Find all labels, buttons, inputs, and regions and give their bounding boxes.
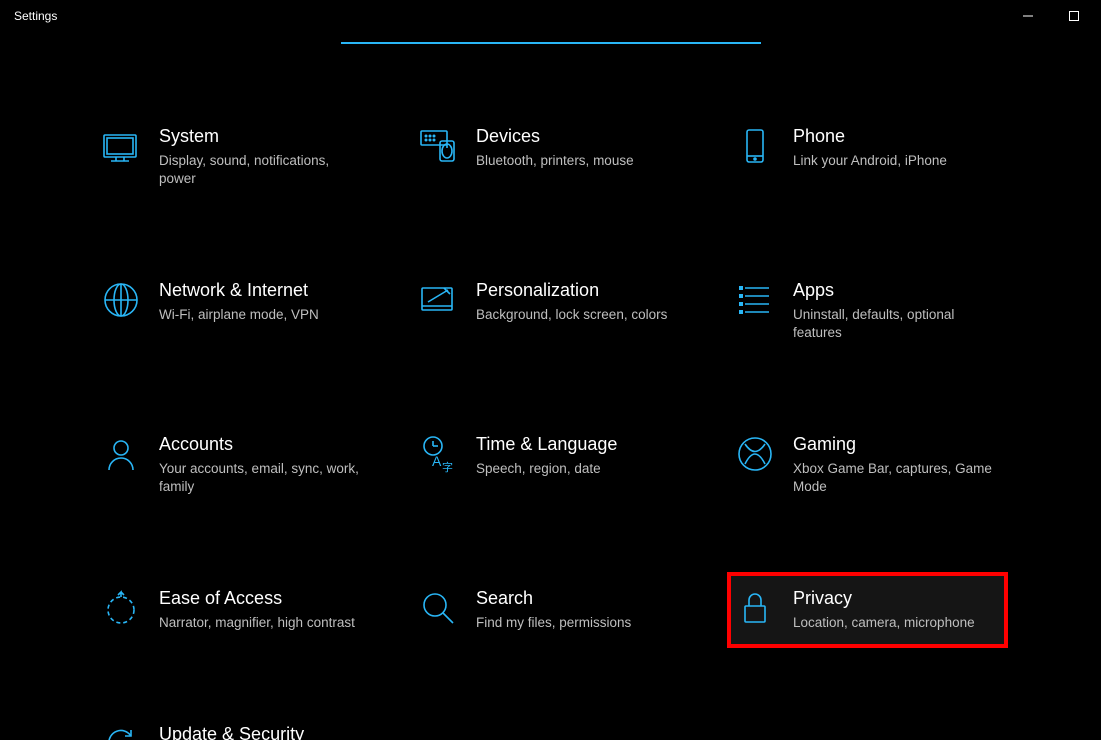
time-language-icon	[418, 434, 458, 474]
tile-title: Time & Language	[476, 434, 617, 456]
settings-tile-network-internet[interactable]: Network & Internet Wi-Fi, airplane mode, …	[95, 266, 372, 356]
apps-icon	[735, 280, 775, 320]
tile-desc: Location, camera, microphone	[793, 614, 975, 632]
phone-icon	[735, 126, 775, 166]
ease-of-access-icon	[101, 588, 141, 628]
tile-text: Gaming Xbox Game Bar, captures, Game Mode	[793, 434, 996, 496]
minimize-button[interactable]	[1005, 0, 1051, 32]
tile-text: Network & Internet Wi-Fi, airplane mode, …	[159, 280, 319, 324]
tile-title: Devices	[476, 126, 634, 148]
settings-tile-update-security[interactable]: Update & SecurityWindows Update, recover…	[95, 710, 372, 740]
tile-text: Personalization Background, lock screen, …	[476, 280, 667, 324]
settings-tile-system[interactable]: System Display, sound, notifications, pow…	[95, 112, 372, 202]
window-title: Settings	[14, 9, 57, 23]
settings-tile-phone[interactable]: Phone Link your Android, iPhone	[729, 112, 1006, 202]
personalization-icon	[418, 280, 458, 320]
tile-desc: Speech, region, date	[476, 460, 617, 478]
tile-title: Update & Security	[159, 724, 362, 740]
settings-tile-gaming[interactable]: Gaming Xbox Game Bar, captures, Game Mode	[729, 420, 1006, 510]
settings-tile-accounts[interactable]: Accounts Your accounts, email, sync, work…	[95, 420, 372, 510]
tile-title: Phone	[793, 126, 947, 148]
tile-desc: Wi-Fi, airplane mode, VPN	[159, 306, 319, 324]
tile-title: Network & Internet	[159, 280, 319, 302]
tile-title: Search	[476, 588, 631, 610]
settings-tile-personalization[interactable]: Personalization Background, lock screen, …	[412, 266, 689, 356]
tile-title: System	[159, 126, 362, 148]
title-bar: Settings	[0, 0, 1101, 32]
tile-title: Personalization	[476, 280, 667, 302]
tile-desc: Find my files, permissions	[476, 614, 631, 632]
tile-desc: Bluetooth, printers, mouse	[476, 152, 634, 170]
tile-text: Accounts Your accounts, email, sync, work…	[159, 434, 362, 496]
settings-tile-privacy[interactable]: Privacy Location, camera, microphone	[729, 574, 1006, 646]
settings-tile-time-language[interactable]: Time & Language Speech, region, date	[412, 420, 689, 510]
tile-text: Ease of Access Narrator, magnifier, high …	[159, 588, 355, 632]
settings-tile-devices[interactable]: Devices Bluetooth, printers, mouse	[412, 112, 689, 202]
devices-icon	[418, 126, 458, 166]
tile-text: Search Find my files, permissions	[476, 588, 631, 632]
tile-desc: Uninstall, defaults, optional features	[793, 306, 996, 342]
window-controls	[1005, 0, 1097, 32]
system-icon	[101, 126, 141, 166]
tile-desc: Link your Android, iPhone	[793, 152, 947, 170]
maximize-button[interactable]	[1051, 0, 1097, 32]
tile-text: Apps Uninstall, defaults, optional featur…	[793, 280, 996, 342]
tile-text: Privacy Location, camera, microphone	[793, 588, 975, 632]
network-icon	[101, 280, 141, 320]
search-icon	[418, 588, 458, 628]
tile-desc: Your accounts, email, sync, work, family	[159, 460, 362, 496]
settings-grid: System Display, sound, notifications, pow…	[95, 112, 1006, 740]
tile-desc: Xbox Game Bar, captures, Game Mode	[793, 460, 996, 496]
tile-desc: Narrator, magnifier, high contrast	[159, 614, 355, 632]
tile-desc: Background, lock screen, colors	[476, 306, 667, 324]
tile-text: Update & SecurityWindows Update, recover…	[159, 724, 362, 740]
accounts-icon	[101, 434, 141, 474]
tile-title: Apps	[793, 280, 996, 302]
tile-title: Ease of Access	[159, 588, 355, 610]
settings-tile-apps[interactable]: Apps Uninstall, defaults, optional featur…	[729, 266, 1006, 356]
tile-desc: Display, sound, notifications, power	[159, 152, 362, 188]
update-icon	[101, 724, 141, 740]
tile-text: Phone Link your Android, iPhone	[793, 126, 947, 170]
privacy-icon	[735, 588, 775, 628]
settings-tile-search[interactable]: Search Find my files, permissions	[412, 574, 689, 646]
tile-title: Gaming	[793, 434, 996, 456]
tile-title: Privacy	[793, 588, 975, 610]
tile-title: Accounts	[159, 434, 362, 456]
tile-text: Time & Language Speech, region, date	[476, 434, 617, 478]
gaming-icon	[735, 434, 775, 474]
settings-tile-ease-of-access[interactable]: Ease of Access Narrator, magnifier, high …	[95, 574, 372, 646]
tile-text: System Display, sound, notifications, pow…	[159, 126, 362, 188]
tile-text: Devices Bluetooth, printers, mouse	[476, 126, 634, 170]
